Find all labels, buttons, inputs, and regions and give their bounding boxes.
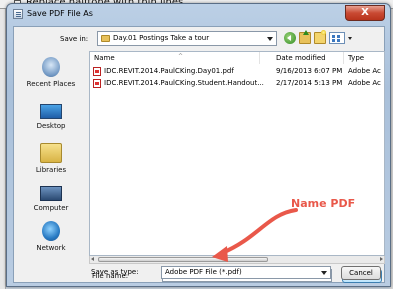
file-type: Adobe Ac: [348, 79, 381, 87]
save-as-type-label: Save as type:: [91, 268, 139, 276]
views-dropdown-arrow[interactable]: [348, 37, 352, 40]
chevron-down-icon: [267, 37, 273, 41]
file-date: 9/16/2013 6:07 PM: [276, 67, 343, 75]
place-label: Desktop: [36, 122, 66, 130]
sort-caret-icon: ^: [178, 53, 184, 60]
file-row[interactable]: IDC.REVIT.2014.PaulCKing.Day01.pdf 9/16/…: [90, 66, 384, 77]
column-header-date[interactable]: Date modified: [272, 52, 344, 64]
place-desktop[interactable]: Desktop: [16, 101, 86, 130]
file-row[interactable]: IDC.REVIT.2014.PaulCKing.Student.Handout…: [90, 78, 384, 89]
column-header-name[interactable]: Name ^: [90, 52, 260, 64]
file-type: Adobe Ac: [348, 67, 381, 75]
chevron-down-icon: [321, 271, 327, 275]
place-recent-places[interactable]: Recent Places: [16, 57, 86, 88]
save-pdf-dialog: Save PDF File As X Save in: Day.01 Posti…: [6, 3, 391, 287]
folder-icon: [101, 35, 110, 42]
up-folder-icon[interactable]: [299, 30, 311, 44]
save-in-label: Save in:: [60, 35, 89, 43]
dialog-titlebar[interactable]: Save PDF File As X: [7, 4, 390, 24]
column-header-name-label: Name: [94, 54, 115, 62]
name-pdf-annotation: Name PDF: [291, 197, 356, 210]
place-label: Computer: [33, 204, 69, 212]
scroll-thumb[interactable]: [98, 257, 268, 262]
save-in-dropdown[interactable]: Day.01 Postings Take a tour: [97, 31, 277, 46]
dialog-app-icon: [13, 9, 23, 19]
back-icon[interactable]: [284, 32, 296, 44]
new-folder-icon[interactable]: [314, 30, 326, 44]
dialog-body: Save in: Day.01 Postings Take a tour Rec…: [13, 26, 385, 283]
file-list[interactable]: Name ^ Date modified Type IDC.REVIT.2014…: [89, 51, 385, 256]
cancel-button[interactable]: Cancel: [341, 266, 381, 280]
pdf-file-icon: [93, 67, 101, 76]
place-label: Libraries: [35, 166, 67, 174]
place-computer[interactable]: Computer: [16, 183, 86, 212]
scroll-right-icon[interactable]: [380, 257, 383, 261]
place-network[interactable]: Network: [16, 221, 86, 252]
close-button[interactable]: X: [345, 5, 385, 21]
place-label: Recent Places: [26, 80, 76, 88]
place-libraries[interactable]: Libraries: [16, 143, 86, 174]
save-in-value: Day.01 Postings Take a tour: [113, 34, 210, 42]
save-as-type-value: Adobe PDF File (*.pdf): [165, 268, 242, 276]
places-bar: Recent Places Desktop Libraries Computer…: [16, 51, 86, 281]
file-name: IDC.REVIT.2014.PaulCKing.Day01.pdf: [104, 67, 234, 75]
pdf-file-icon: [93, 79, 101, 88]
place-label: Network: [36, 244, 66, 252]
views-menu-icon[interactable]: [329, 32, 345, 44]
column-header-type[interactable]: Type: [344, 52, 384, 64]
network-icon: [42, 221, 60, 241]
file-date: 2/17/2014 5:13 PM: [276, 79, 343, 87]
computer-icon: [40, 186, 62, 201]
file-name: IDC.REVIT.2014.PaulCKing.Student.Handout…: [104, 79, 264, 87]
save-as-type-dropdown[interactable]: Adobe PDF File (*.pdf): [161, 266, 331, 279]
dialog-title: Save PDF File As: [27, 9, 93, 18]
libraries-icon: [40, 143, 62, 163]
scroll-left-icon[interactable]: [91, 257, 94, 261]
recent-places-icon: [42, 57, 60, 77]
horizontal-scrollbar[interactable]: [89, 256, 385, 264]
desktop-icon: [40, 104, 62, 119]
